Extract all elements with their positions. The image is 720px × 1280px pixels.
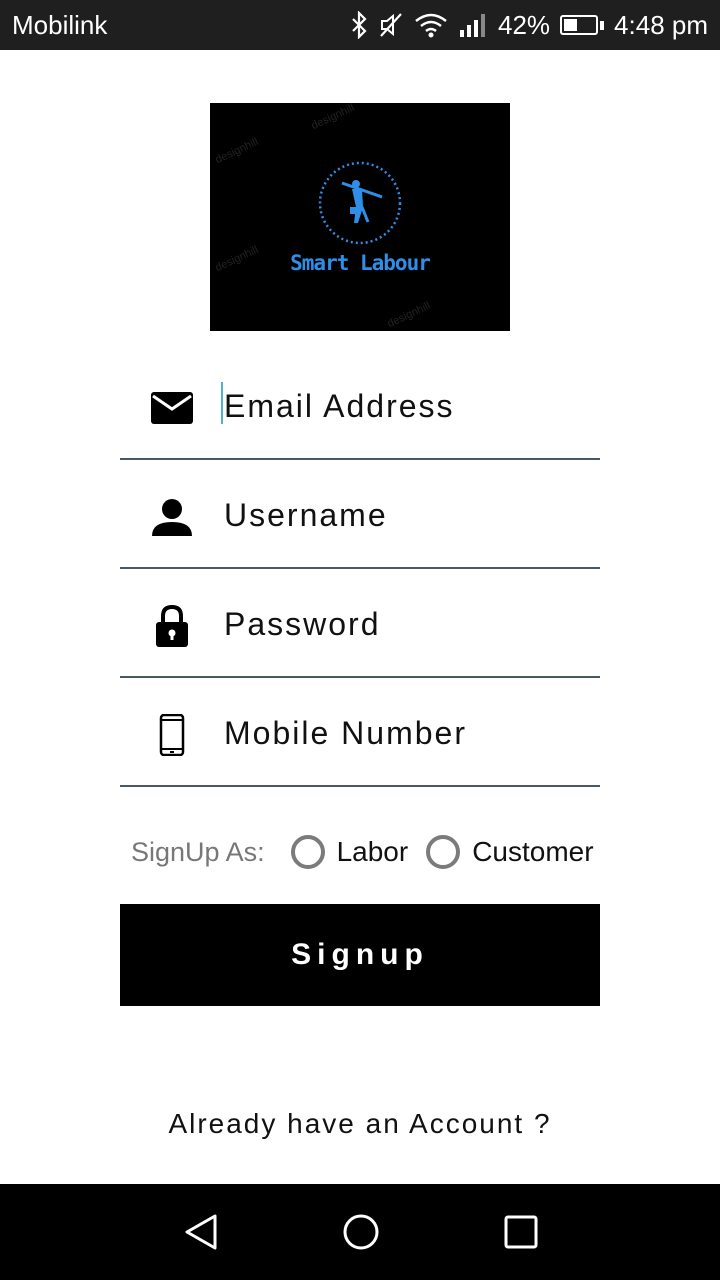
login-link[interactable]: Already have an Account ? bbox=[0, 1108, 720, 1140]
person-icon bbox=[150, 495, 194, 539]
radio-customer[interactable] bbox=[426, 835, 461, 869]
navigation-bar bbox=[0, 1184, 720, 1280]
signup-as-label: SignUp As: bbox=[131, 836, 265, 867]
signup-role-group: SignUp As: Labor Customer bbox=[120, 824, 600, 880]
email-field[interactable]: Email Address bbox=[120, 352, 600, 460]
signup-button[interactable]: Signup bbox=[120, 904, 600, 1006]
mobile-placeholder: Mobile Number bbox=[224, 715, 467, 751]
radio-labor[interactable] bbox=[290, 835, 325, 869]
radio-customer-label[interactable]: Customer bbox=[472, 836, 593, 868]
home-icon[interactable] bbox=[337, 1208, 385, 1256]
radio-labor-label[interactable]: Labor bbox=[337, 836, 409, 868]
mute-icon bbox=[378, 11, 404, 39]
email-placeholder: Email Address bbox=[224, 388, 455, 424]
username-field[interactable]: Username bbox=[120, 461, 600, 569]
wifi-icon bbox=[414, 11, 448, 39]
text-cursor bbox=[221, 382, 223, 424]
username-placeholder: Username bbox=[224, 497, 388, 533]
lock-icon bbox=[150, 604, 194, 648]
recents-icon[interactable] bbox=[497, 1208, 545, 1256]
back-icon[interactable] bbox=[177, 1208, 225, 1256]
battery-percent: 42% bbox=[498, 9, 551, 40]
app-logo: Smart Labour designhill designhill desig… bbox=[210, 103, 510, 331]
bluetooth-icon bbox=[350, 11, 368, 39]
mobile-field[interactable]: Mobile Number bbox=[120, 679, 600, 787]
status-icons: 42% 4:48 pm bbox=[350, 0, 708, 50]
clock: 4:48 pm bbox=[614, 9, 708, 40]
battery-icon bbox=[560, 15, 605, 35]
password-field[interactable]: Password bbox=[120, 570, 600, 678]
carrier-name: Mobilink bbox=[12, 10, 108, 40]
password-placeholder: Password bbox=[224, 606, 381, 642]
envelope-icon bbox=[150, 386, 194, 430]
signal-icon bbox=[458, 11, 488, 39]
status-bar: Mobilink 42% 4:48 pm bbox=[0, 0, 720, 50]
phone-icon bbox=[150, 713, 194, 757]
